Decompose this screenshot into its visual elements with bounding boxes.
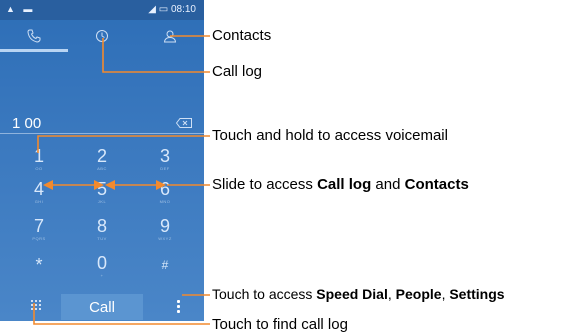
status-right: ◢ ▭ 08:10 bbox=[148, 4, 196, 15]
key-letters: WXYZ bbox=[158, 236, 172, 241]
key-digit: 4 bbox=[33, 179, 44, 199]
dialpad-grid-icon[interactable] bbox=[31, 300, 41, 310]
key-7[interactable]: 7 PQRS bbox=[6, 213, 72, 255]
status-notification-icons: ▲ ▬ bbox=[6, 4, 36, 14]
key-digit: 6 bbox=[159, 179, 170, 199]
callout-slide: Slide to access Call log and Contacts bbox=[212, 176, 469, 193]
key-digit: 5 bbox=[96, 179, 107, 199]
key-5[interactable]: 5 JKL bbox=[69, 176, 135, 218]
backspace-icon[interactable] bbox=[176, 118, 192, 128]
tab-dialer[interactable] bbox=[0, 22, 68, 52]
phone-icon bbox=[27, 29, 41, 43]
key-letters: OO bbox=[35, 166, 43, 171]
key-4[interactable]: 4 GHI bbox=[6, 176, 72, 218]
key-letters: TUV bbox=[97, 236, 107, 241]
callout-slide-call-log: Call log bbox=[317, 176, 372, 193]
key-letters: MNO bbox=[159, 199, 171, 204]
callout-contacts: Contacts bbox=[212, 27, 272, 44]
key-digit: 9 bbox=[159, 216, 170, 236]
dialed-number[interactable]: 1 00 bbox=[12, 115, 41, 132]
dialer-tabs bbox=[0, 22, 204, 52]
key-digit: * bbox=[35, 255, 43, 275]
callout-menu-sep1: , bbox=[387, 286, 396, 302]
callout-menu-settings: Settings bbox=[449, 286, 505, 302]
key-digit: 2 bbox=[96, 146, 107, 166]
key-letters: DEF bbox=[160, 166, 170, 171]
key-digit: 7 bbox=[33, 216, 44, 236]
key-letters: PQRS bbox=[32, 236, 46, 241]
overflow-menu-icon[interactable] bbox=[177, 300, 181, 314]
call-button[interactable]: Call bbox=[61, 294, 143, 320]
callout-voicemail: Touch and hold to access voicemail bbox=[212, 127, 448, 144]
status-bar: ▲ ▬ ◢ ▭ 08:10 bbox=[0, 0, 204, 20]
key-8[interactable]: 8 TUV bbox=[69, 213, 135, 255]
callout-menu-prefix: Touch to access bbox=[212, 286, 317, 302]
clock-icon bbox=[96, 30, 108, 42]
callout-menu-people: People bbox=[395, 286, 442, 302]
key-hash[interactable]: # bbox=[132, 252, 198, 294]
status-time: 08:10 bbox=[170, 4, 196, 15]
key-digit: 8 bbox=[96, 216, 107, 236]
key-letters: ABC bbox=[97, 166, 107, 171]
key-letters: + bbox=[100, 273, 104, 278]
key-digit: # bbox=[161, 258, 169, 272]
callout-call-log: Call log bbox=[212, 63, 263, 80]
key-letters: JKL bbox=[97, 199, 107, 204]
callout-slide-mid: and bbox=[371, 176, 405, 193]
key-star[interactable]: * bbox=[6, 252, 72, 294]
callout-slide-prefix: Slide to access bbox=[212, 176, 318, 193]
phone-screen: ▲ ▬ ◢ ▭ 08:10 1 00 1 OO 2 ABC 3 DEF 4 GH… bbox=[0, 0, 204, 321]
key-6[interactable]: 6 MNO bbox=[132, 176, 198, 218]
callout-menu: Touch to access Speed Dial, People, Sett… bbox=[212, 286, 505, 302]
tab-contacts[interactable] bbox=[136, 22, 204, 50]
key-digit: 0 bbox=[96, 253, 107, 273]
battery-icon: ▭ bbox=[158, 4, 169, 15]
key-0[interactable]: 0 + bbox=[69, 250, 135, 292]
person-icon bbox=[163, 30, 177, 43]
bottom-bar: Call bbox=[0, 292, 204, 321]
tab-call-log[interactable] bbox=[68, 22, 136, 50]
key-9[interactable]: 9 WXYZ bbox=[132, 213, 198, 255]
key-digit: 3 bbox=[159, 146, 170, 166]
callout-slide-contacts: Contacts bbox=[404, 176, 469, 193]
key-letters: GHI bbox=[34, 199, 44, 204]
signal-icon: ◢ bbox=[148, 4, 156, 15]
callout-find-call-log: Touch to find call log bbox=[212, 316, 348, 333]
number-display-row: 1 00 bbox=[0, 113, 204, 134]
key-digit: 1 bbox=[33, 146, 44, 166]
callout-menu-speed-dial: Speed Dial bbox=[316, 286, 388, 302]
